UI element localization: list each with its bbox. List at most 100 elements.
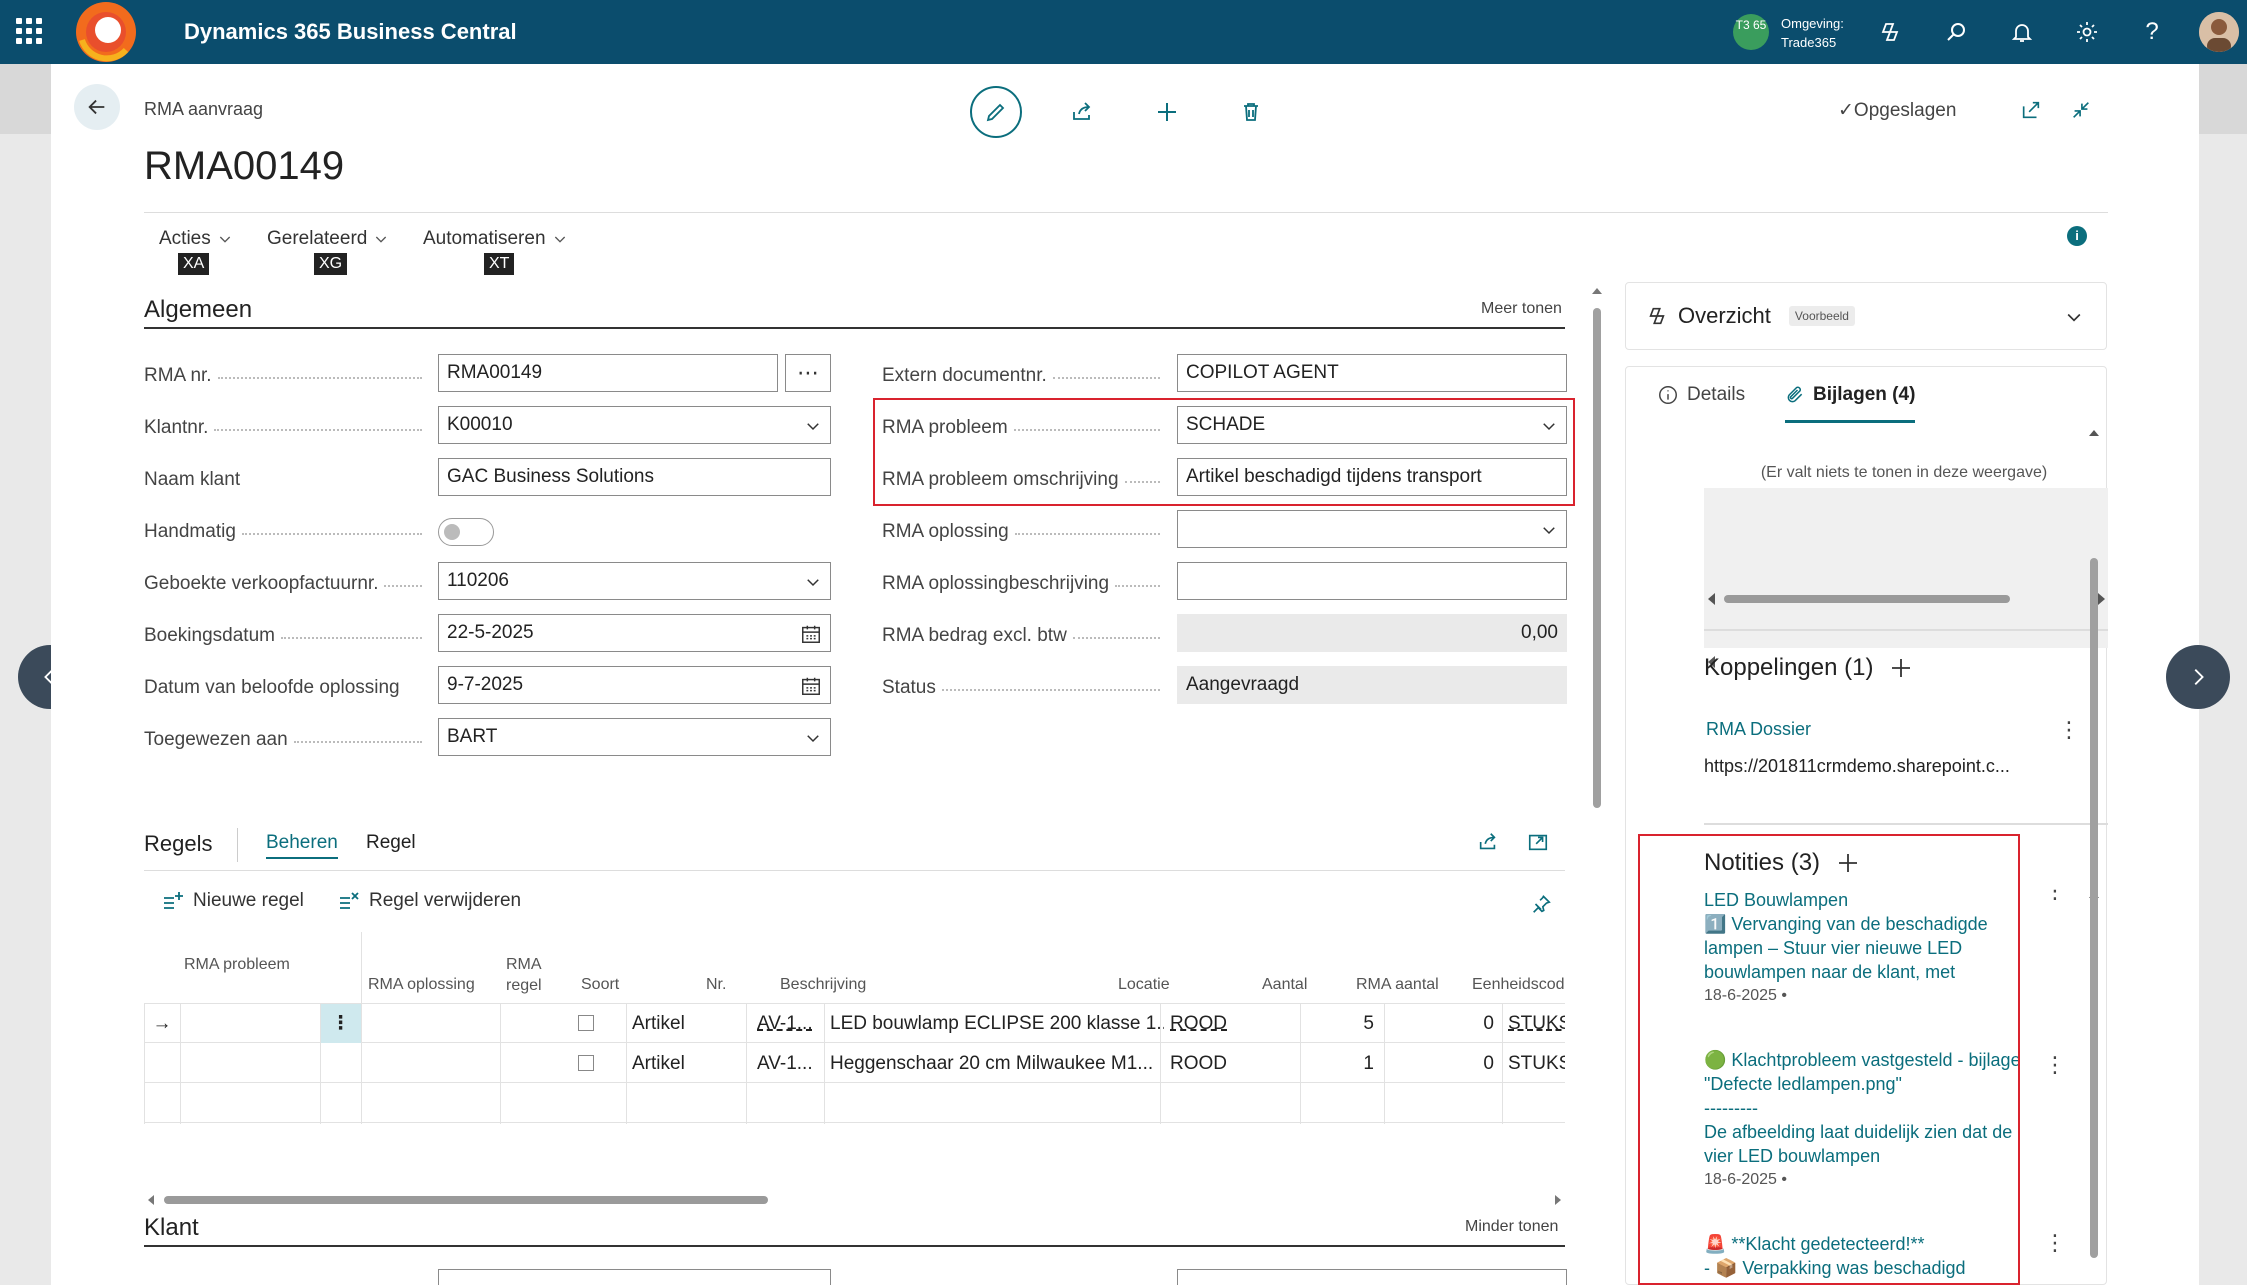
scrollbar-thumb[interactable] <box>164 1196 768 1204</box>
cell-eenheid[interactable]: STUKS <box>1502 1004 1565 1043</box>
table-row-empty[interactable] <box>144 1084 1565 1123</box>
menu-automatiseren[interactable]: Automatiseren <box>423 228 568 250</box>
toegewezen-aan-select[interactable]: BART <box>438 718 831 756</box>
col-header-eenheidscode[interactable]: Eenheidscod <box>1472 974 1565 995</box>
klant-field-partial[interactable] <box>1177 1269 1567 1285</box>
environment-label[interactable]: Omgeving: Trade365 <box>1781 14 1844 52</box>
extern-documentnr-field[interactable]: COPILOT AGENT <box>1177 354 1567 392</box>
collapse-button[interactable] <box>2065 94 2097 126</box>
scrollbar-thumb[interactable] <box>1593 308 1601 808</box>
cell-eenheid[interactable]: STUKS <box>1502 1044 1565 1083</box>
open-new-window-button[interactable] <box>2015 94 2047 126</box>
table-row[interactable]: Artikel AV-1... Heggenschaar 20 cm Milwa… <box>144 1044 1565 1083</box>
main-vertical-scrollbar[interactable] <box>1591 286 1603 1282</box>
delete-button[interactable] <box>1225 86 1277 138</box>
cell-nr[interactable]: AV-1... <box>751 1044 819 1083</box>
rma-regel-checkbox[interactable] <box>578 1015 594 1031</box>
share-button[interactable] <box>1056 86 1108 138</box>
attachments-hscroll-thumb[interactable] <box>1724 595 2010 603</box>
naam-klant-field[interactable]: GAC Business Solutions <box>438 458 831 496</box>
link-more-options[interactable]: ⋮ <box>2058 719 2080 741</box>
info-icon[interactable]: i <box>2067 226 2087 246</box>
cell-rma-aantal[interactable]: 0 <box>1387 1004 1500 1043</box>
chevron-down-icon[interactable] <box>2064 307 2084 327</box>
cell-locatie[interactable]: ROOD <box>1164 1004 1304 1043</box>
help-icon[interactable]: ? <box>2136 16 2168 48</box>
new-line-button[interactable]: Nieuwe regel <box>161 890 304 912</box>
col-header-rma-oplossing[interactable]: RMA oplossing <box>368 974 475 995</box>
cell-nr[interactable]: AV-1... <box>751 1004 819 1043</box>
copilot-icon[interactable] <box>1874 16 1906 48</box>
col-header-nr[interactable]: Nr. <box>706 974 726 995</box>
boekingsdatum-field[interactable]: 22-5-2025 <box>438 614 831 652</box>
factbox-tab-details[interactable]: Details <box>1657 384 1745 406</box>
overview-factbox[interactable]: Overzicht Voorbeeld <box>1625 282 2107 350</box>
col-header-locatie[interactable]: Locatie <box>1118 974 1170 995</box>
lines-expand-button[interactable] <box>1522 826 1554 858</box>
handmatig-toggle[interactable] <box>438 518 494 546</box>
col-header-rma-regel[interactable]: RMA regel <box>506 954 546 996</box>
factbox-tab-bijlagen[interactable]: Bijlagen (4) <box>1785 384 1915 406</box>
cell-aantal[interactable]: 5 <box>1304 1004 1380 1043</box>
new-button[interactable] <box>1141 86 1193 138</box>
scroll-right-icon[interactable] <box>1553 1195 1563 1205</box>
menu-acties[interactable]: Acties <box>159 228 233 250</box>
note-more-options[interactable]: ⋮ <box>2044 888 2066 902</box>
show-less-link[interactable]: Minder tonen <box>1465 1218 1558 1236</box>
show-more-link[interactable]: Meer tonen <box>1481 300 1562 318</box>
cell-rma-aantal[interactable]: 0 <box>1387 1044 1500 1083</box>
cell-beschrijving[interactable]: LED bouwlamp ECLIPSE 200 klasse 1... <box>824 1004 1164 1043</box>
pin-button[interactable] <box>1525 888 1557 920</box>
back-button[interactable] <box>74 84 120 130</box>
scroll-left-icon[interactable] <box>1707 593 1717 605</box>
lines-horizontal-scrollbar[interactable] <box>144 1194 1565 1206</box>
calendar-icon[interactable] <box>800 623 822 645</box>
note-more-options[interactable]: ⋮ <box>2044 1054 2066 1076</box>
app-launcher-icon[interactable] <box>16 18 42 44</box>
klant-field-partial[interactable] <box>438 1269 831 1285</box>
beloofde-oplossing-field[interactable]: 9-7-2025 <box>438 666 831 704</box>
scroll-up-icon[interactable] <box>2089 428 2099 438</box>
cell-beschrijving[interactable]: Heggenschaar 20 cm Milwaukee M1... <box>824 1044 1164 1083</box>
menu-gerelateerd[interactable]: Gerelateerd <box>267 228 389 250</box>
next-record-button[interactable] <box>2166 645 2230 709</box>
cell-soort[interactable]: Artikel <box>626 1044 746 1083</box>
link-url-text[interactable]: https://201811crmdemo.sharepoint.c... <box>1704 756 2010 777</box>
link-rma-dossier[interactable]: RMA Dossier <box>1706 719 1811 740</box>
col-header-rma-probleem[interactable]: RMA probleem <box>184 954 294 975</box>
section-title-algemeen[interactable]: Algemeen <box>144 296 252 324</box>
calendar-icon[interactable] <box>800 675 822 697</box>
bell-icon[interactable] <box>2006 16 2038 48</box>
cell-locatie[interactable]: ROOD <box>1164 1044 1304 1083</box>
col-header-soort[interactable]: Soort <box>581 974 619 995</box>
tab-regel[interactable]: Regel <box>366 832 416 854</box>
environment-badge[interactable]: T3 65 <box>1733 14 1769 50</box>
scroll-up-icon[interactable] <box>1592 286 1602 296</box>
verkoopfactuurnr-select[interactable]: 110206 <box>438 562 831 600</box>
tab-beheren[interactable]: Beheren <box>266 832 338 859</box>
col-header-beschrijving[interactable]: Beschrijving <box>780 974 866 995</box>
user-avatar[interactable] <box>2199 12 2239 52</box>
klantnr-select[interactable]: K00010 <box>438 406 831 444</box>
rma-oplossing-select[interactable] <box>1177 510 1567 548</box>
gear-icon[interactable] <box>2071 16 2103 48</box>
note-more-options[interactable]: ⋮ <box>2044 1232 2066 1254</box>
rma-oplossingbeschrijving-field[interactable] <box>1177 562 1567 600</box>
cell-soort[interactable]: Artikel <box>626 1004 746 1043</box>
table-row[interactable]: → ⋮ Artikel AV-1... LED bouwlamp ECLIPSE… <box>144 1004 1565 1043</box>
rma-regel-checkbox[interactable] <box>578 1055 594 1071</box>
scroll-left-icon[interactable] <box>146 1195 156 1205</box>
section-title-klant[interactable]: Klant <box>144 1214 199 1242</box>
row-actions-kebab[interactable]: ⋮ <box>320 1004 361 1043</box>
section-title-regels[interactable]: Regels <box>144 831 212 857</box>
delete-line-button[interactable]: Regel verwijderen <box>337 890 521 912</box>
edit-button[interactable] <box>970 86 1022 138</box>
rma-nr-assist-button[interactable]: ⋯ <box>785 354 831 392</box>
add-link-icon[interactable] <box>1889 656 1913 680</box>
cell-aantal[interactable]: 1 <box>1304 1044 1380 1083</box>
factbox-vertical-scrollbar[interactable] <box>2088 428 2100 1285</box>
lines-share-button[interactable] <box>1472 826 1504 858</box>
col-header-rma-aantal[interactable]: RMA aantal <box>1356 974 1439 995</box>
scrollbar-thumb[interactable] <box>2090 558 2098 1258</box>
rma-nr-field[interactable]: RMA00149 <box>438 354 778 392</box>
